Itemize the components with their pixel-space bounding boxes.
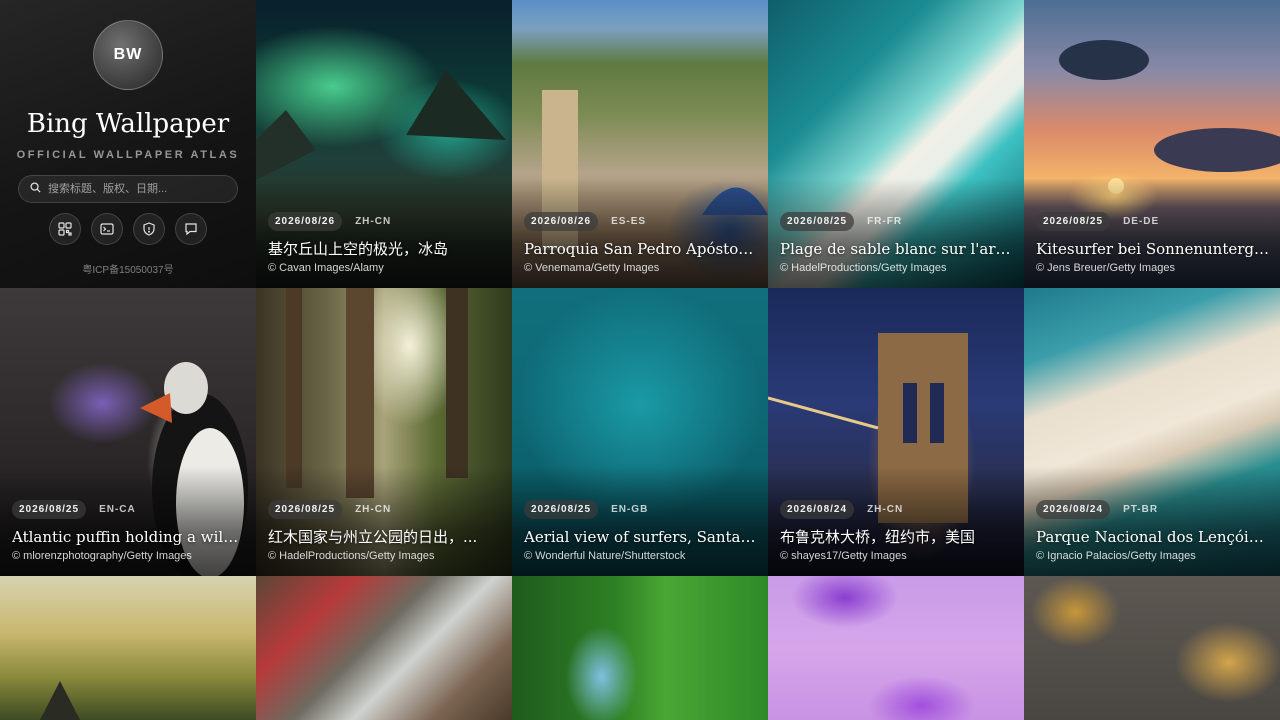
wallpaper-title[interactable]: 红木国家与州立公园的日出，... [268,527,502,547]
market-tag: PT-BR [1123,504,1159,515]
date-badge: 2026/08/25 [12,500,87,519]
terminal-icon[interactable] [91,213,123,245]
wallpaper-card[interactable] [256,576,512,720]
wallpaper-title[interactable]: Atlantic puffin holding a wild iris i... [12,527,246,547]
date-badge: 2026/08/25 [1036,212,1111,231]
wallpaper-title[interactable]: Parroquia San Pedro Apóstol, Buñ... [524,239,758,259]
wallpaper-title[interactable]: Parque Nacional dos Lençóis Mara... [1036,527,1270,547]
wallpaper-copyright: © shayes17/Getty Images [780,550,907,562]
market-tag: ZH-CN [355,216,392,227]
wallpaper-title[interactable]: Plage de sable blanc sur l'archipel ... [780,239,1014,259]
wallpaper-card[interactable]: 2026/08/24 PT-BR Parque Nacional dos Lenç… [1024,288,1280,576]
wallpaper-card[interactable] [1024,576,1280,720]
grid-qr-icon[interactable] [49,213,81,245]
wallpaper-copyright: © HadelProductions/Getty Images [780,262,947,274]
avatar[interactable]: BW [93,20,163,90]
wallpaper-card[interactable]: 2026/08/25 EN-CA Atlantic puffin holding … [0,288,256,576]
search-input[interactable] [48,183,228,195]
wallpaper-card[interactable] [0,576,256,720]
wallpaper-card[interactable]: 2026/08/26 ZH-CN 基尔丘山上空的极光，冰岛 © Cavan Ima… [256,0,512,288]
wallpaper-title[interactable]: 布鲁克林大桥，纽约市，美国 [780,527,1014,547]
wallpaper-card[interactable]: 2026/08/25 FR-FR Plage de sable blanc sur… [768,0,1024,288]
date-badge: 2026/08/25 [780,212,855,231]
wallpaper-copyright: © Venemama/Getty Images [524,262,660,274]
wallpaper-card[interactable]: 2026/08/25 DE-DE Kitesurfer bei Sonnenunt… [1024,0,1280,288]
wallpaper-copyright: © Cavan Images/Alamy [268,262,384,274]
icp-license[interactable]: 粤ICP备15050037号 [82,261,173,276]
date-badge: 2026/08/26 [268,212,343,231]
market-tag: FR-FR [867,216,903,227]
wallpaper-card[interactable]: 2026/08/25 EN-GB Aerial view of surfers, … [512,288,768,576]
market-tag: EN-CA [99,504,136,515]
site-title: Bing Wallpaper [26,109,230,139]
wallpaper-card[interactable]: 2026/08/24 ZH-CN 布鲁克林大桥，纽约市，美国 © shayes17… [768,288,1024,576]
market-tag: ZH-CN [355,504,392,515]
date-badge: 2026/08/26 [524,212,599,231]
market-tag: DE-DE [1123,216,1160,227]
wallpaper-title[interactable]: Kitesurfer bei Sonnenuntergang in ... [1036,239,1270,259]
wallpaper-card[interactable]: 2026/08/26 ES-ES Parroquia San Pedro Após… [512,0,768,288]
market-tag: ZH-CN [867,504,904,515]
search-box[interactable] [18,175,238,203]
market-tag: ES-ES [611,216,647,227]
date-badge: 2026/08/24 [780,500,855,519]
wallpaper-grid: BW Bing Wallpaper OFFICIAL WALLPAPER ATL… [0,0,1280,720]
wallpaper-copyright: © HadelProductions/Getty Images [268,550,435,562]
date-badge: 2026/08/25 [524,500,599,519]
sidebar-panel: BW Bing Wallpaper OFFICIAL WALLPAPER ATL… [0,0,256,288]
wallpaper-copyright: © Wonderful Nature/Shutterstock [524,550,686,562]
wallpaper-title[interactable]: 基尔丘山上空的极光，冰岛 [268,239,502,259]
wallpaper-title[interactable]: Aerial view of surfers, Santa Catar... [524,527,758,547]
wallpaper-copyright: © Jens Breuer/Getty Images [1036,262,1175,274]
search-icon [30,180,41,198]
wallpaper-card[interactable] [512,576,768,720]
shield-icon[interactable] [133,213,165,245]
chat-icon[interactable] [175,213,207,245]
wallpaper-card[interactable] [768,576,1024,720]
wallpaper-copyright: © mlorenzphotography/Getty Images [12,550,192,562]
wallpaper-card[interactable]: 2026/08/25 ZH-CN 红木国家与州立公园的日出，... © Hadel… [256,288,512,576]
wallpaper-copyright: © Ignacio Palacios/Getty Images [1036,550,1196,562]
date-badge: 2026/08/24 [1036,500,1111,519]
sidebar-actions [49,213,207,245]
site-subtitle: OFFICIAL WALLPAPER ATLAS [16,149,240,161]
market-tag: EN-GB [611,504,649,515]
date-badge: 2026/08/25 [268,500,343,519]
